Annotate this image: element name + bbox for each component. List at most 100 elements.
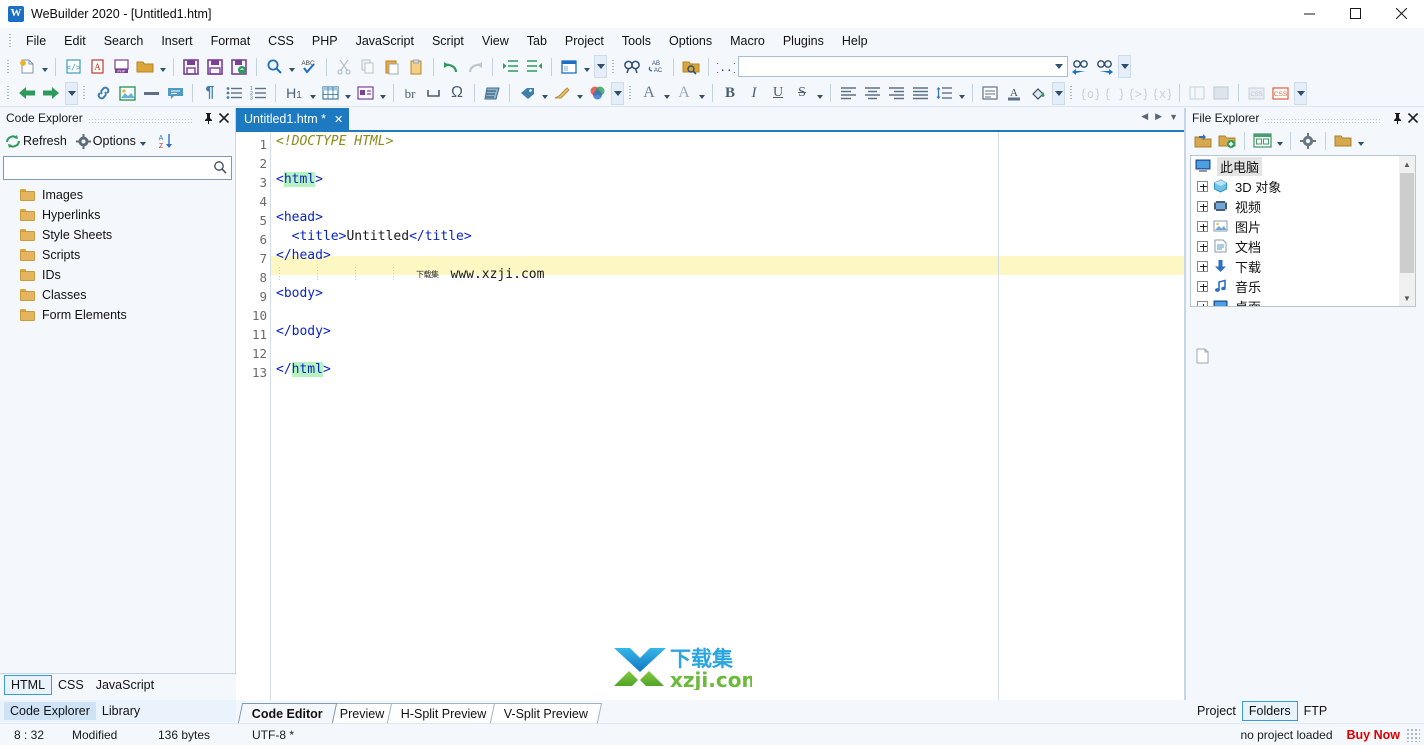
menu-php[interactable]: PHP: [303, 31, 347, 51]
tab-javascript[interactable]: JavaScript: [90, 676, 160, 694]
file-list-item[interactable]: [1196, 348, 1209, 367]
tab-code-explorer[interactable]: Code Explorer: [4, 702, 96, 720]
tree-item-3d-objects[interactable]: 3D 对象: [1191, 176, 1415, 196]
pin-icon[interactable]: [1390, 110, 1404, 126]
gear-icon[interactable]: [1296, 129, 1320, 152]
new-folder-icon[interactable]: [1215, 129, 1239, 152]
code-explorer-search[interactable]: [3, 156, 232, 180]
back-icon[interactable]: [15, 82, 39, 105]
font-size-icon[interactable]: A: [672, 82, 696, 105]
menu-plugins[interactable]: Plugins: [774, 31, 833, 51]
tab-css[interactable]: CSS: [52, 676, 90, 694]
code-explorer-item-ids[interactable]: IDs: [0, 265, 235, 285]
font-size-dropdown[interactable]: [696, 82, 707, 105]
gear-icon[interactable]: [75, 133, 91, 149]
menu-macro[interactable]: Macro: [721, 31, 774, 51]
new-php-icon[interactable]: PHP: [109, 55, 133, 78]
tree-item-downloads[interactable]: 下载: [1191, 256, 1415, 276]
redo-icon[interactable]: [463, 55, 487, 78]
menu-tab[interactable]: Tab: [518, 31, 556, 51]
format-overflow[interactable]: [1052, 81, 1065, 105]
forward-icon[interactable]: [39, 82, 63, 105]
tab-library[interactable]: Library: [96, 702, 146, 720]
menu-tools[interactable]: Tools: [613, 31, 660, 51]
code-content[interactable]: <!DOCTYPE HTML> <html> <head> <title>Unt…: [276, 132, 1184, 377]
tree-item-music[interactable]: 音乐: [1191, 276, 1415, 296]
code-explorer-item-images[interactable]: Images: [0, 185, 235, 205]
brush-icon[interactable]: [550, 82, 574, 105]
sort-az-icon[interactable]: A Z: [157, 133, 174, 149]
pin-icon[interactable]: [201, 110, 215, 126]
document-tab-untitled1[interactable]: Untitled1.htm * ✕: [236, 108, 350, 130]
css-braces-icon[interactable]: { }: [1102, 82, 1126, 105]
format-grip[interactable]: [4, 84, 13, 102]
scrollbar-thumb[interactable]: [1400, 173, 1414, 273]
expand-icon[interactable]: [1197, 220, 1208, 232]
panel-dropdown[interactable]: [581, 55, 592, 78]
find-previous-icon[interactable]: [1068, 55, 1092, 78]
marquee-icon[interactable]: [480, 82, 504, 105]
new-asp-icon[interactable]: A: [85, 55, 109, 78]
tree-item-desktop[interactable]: 桌面: [1191, 296, 1415, 306]
search-icon[interactable]: [213, 160, 227, 177]
unordered-list-icon[interactable]: [222, 82, 246, 105]
find-in-files-icon[interactable]: [620, 55, 644, 78]
replace-icon[interactable]: AB AC: [644, 55, 668, 78]
chevron-left-icon[interactable]: ◀: [1141, 111, 1148, 122]
menu-css[interactable]: CSS: [259, 31, 303, 51]
code-editor[interactable]: 1 2 3 4 5 6 7 8 9 10 11 12 13 <!DOCTYPE …: [236, 130, 1184, 700]
menu-view[interactable]: View: [473, 31, 518, 51]
menu-file[interactable]: File: [17, 31, 55, 51]
tree-item-pictures[interactable]: 图片: [1191, 216, 1415, 236]
css-box-icon[interactable]: [1209, 82, 1233, 105]
indent-icon[interactable]: [498, 55, 522, 78]
horizontal-rule-icon[interactable]: [139, 82, 163, 105]
open-folder-icon[interactable]: [133, 55, 157, 78]
code-explorer-item-hyperlinks[interactable]: Hyperlinks: [0, 205, 235, 225]
toolbar-overflow[interactable]: [594, 55, 607, 78]
tag-icon[interactable]: [515, 82, 539, 105]
cut-icon[interactable]: [332, 55, 356, 78]
form-dropdown[interactable]: [377, 82, 388, 105]
special-character-icon[interactable]: Ω: [445, 82, 469, 105]
find-icon[interactable]: [262, 55, 286, 78]
css-validate-icon[interactable]: CSS: [1244, 82, 1268, 105]
open-dropdown[interactable]: [157, 55, 168, 78]
save-icon[interactable]: [179, 55, 203, 78]
find-next-icon[interactable]: [1092, 55, 1116, 78]
search-input[interactable]: [4, 160, 213, 176]
close-icon[interactable]: [1406, 110, 1420, 126]
menu-insert[interactable]: Insert: [152, 31, 201, 51]
options-dropdown[interactable]: [138, 133, 149, 149]
menu-options[interactable]: Options: [660, 31, 721, 51]
css-check-icon[interactable]: CSS: [1268, 82, 1292, 105]
css-export-icon[interactable]: {>}: [1126, 82, 1150, 105]
search-combo-dropdown[interactable]: [1051, 57, 1067, 76]
strikethrough-dropdown[interactable]: [814, 82, 825, 105]
menu-project[interactable]: Project: [556, 31, 613, 51]
undo-icon[interactable]: [439, 55, 463, 78]
close-icon[interactable]: [1378, 0, 1424, 28]
file-explorer-scrollbar[interactable]: ▲ ▼: [1399, 156, 1415, 306]
menu-edit[interactable]: Edit: [55, 31, 95, 51]
tag-dropdown[interactable]: [539, 82, 550, 105]
ordered-list-icon[interactable]: 123: [246, 82, 270, 105]
tab-project[interactable]: Project: [1191, 702, 1242, 720]
align-center-icon[interactable]: [860, 82, 884, 105]
folder-icon[interactable]: [1331, 129, 1355, 152]
code-explorer-item-classes[interactable]: Classes: [0, 285, 235, 305]
open-parent-folder-icon[interactable]: [1191, 129, 1215, 152]
save-all-icon[interactable]: [203, 55, 227, 78]
buy-now-link[interactable]: Buy Now: [1347, 728, 1400, 742]
resize-grip[interactable]: [1406, 727, 1420, 742]
snippet-icon[interactable]: {..}: [714, 55, 738, 78]
expand-icon[interactable]: [1197, 180, 1208, 192]
color-picker-icon[interactable]: [585, 82, 609, 105]
tab-ftp[interactable]: FTP: [1298, 702, 1334, 720]
menu-grip[interactable]: [6, 32, 15, 50]
line-height-icon[interactable]: [932, 82, 956, 105]
code-explorer-item-form-elements[interactable]: Form Elements: [0, 305, 235, 325]
line-break-icon[interactable]: br: [399, 82, 421, 105]
panel-icon[interactable]: [557, 55, 581, 78]
new-file-dropdown[interactable]: [39, 55, 50, 78]
